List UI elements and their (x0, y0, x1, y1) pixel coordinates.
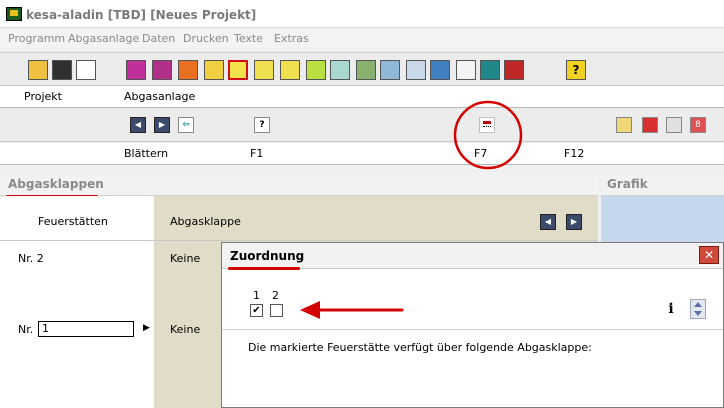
info-icon[interactable]: i (664, 301, 678, 317)
check1-label: 1 (253, 289, 260, 302)
row-label-nr2: Nr. 2 (18, 252, 44, 265)
edit-pencil-icon[interactable] (616, 117, 632, 133)
back-arrow-icon[interactable]: ⇦ (178, 117, 194, 133)
checkbox-2[interactable] (270, 304, 283, 317)
fkey-f12: F12 (564, 147, 585, 160)
row-divider (0, 240, 598, 241)
funnel-icon[interactable] (430, 60, 450, 80)
help-icon[interactable]: ? (566, 60, 586, 80)
scroll-updown-icon[interactable] (690, 299, 706, 319)
checklist-icon[interactable] (456, 60, 476, 80)
app-icon (6, 7, 22, 21)
title-bar: kesa-aladin [TBD] [Neues Projekt] (0, 0, 724, 28)
target-icon[interactable] (280, 60, 300, 80)
number-eight-icon[interactable]: 8 (690, 117, 706, 133)
annotation-arrow (300, 301, 404, 319)
fkey-blaettern: Blättern (124, 147, 169, 160)
bend-pipe-icon[interactable] (406, 60, 426, 80)
brush-icon[interactable] (666, 117, 682, 133)
menu-daten[interactable]: Daten (142, 32, 175, 45)
column-abgasanlage[interactable]: Abgasanlage (124, 90, 195, 103)
dialog-divider (222, 329, 723, 330)
check2-label: 2 (272, 289, 279, 302)
nr-input[interactable]: 1 (38, 321, 134, 337)
function-key-row: Blättern F1 F7 F12 (0, 143, 724, 165)
bar-chart-icon[interactable] (152, 60, 172, 80)
new-document-icon[interactable] (76, 60, 96, 80)
zuordnung-dialog: Zuordnung ✕ 1 2 ✔ i Die markierte Feuers… (221, 242, 724, 408)
calculator-icon[interactable] (480, 60, 500, 80)
row-value-nr1: Keine (170, 323, 201, 336)
grafik-panel-header: Grafik (601, 172, 724, 196)
s-pipe-icon[interactable] (306, 60, 326, 80)
column-projekt[interactable]: Projekt (24, 90, 62, 103)
menu-programm[interactable]: Programm (8, 32, 65, 45)
chimney-grid-icon[interactable] (228, 60, 248, 80)
menu-drucken[interactable]: Drucken (183, 32, 229, 45)
cross-section-icon[interactable] (330, 60, 350, 80)
row-value-nr2: Keine (170, 252, 201, 265)
abgasklappen-title: Abgasklappen (8, 177, 104, 191)
toolbar: ? (0, 52, 724, 86)
columns-icon[interactable] (380, 60, 400, 80)
sheet-next-icon[interactable]: ▶ (566, 214, 582, 230)
header-feuerstaetten: Feuerstätten (38, 215, 108, 228)
menu-texte[interactable]: Texte (234, 32, 263, 45)
next-arrow-icon[interactable]: ▶ (154, 117, 170, 133)
help-small-icon[interactable]: ? (254, 117, 270, 133)
window-title: kesa-aladin [TBD] [Neues Projekt] (26, 8, 257, 22)
form-icon[interactable] (126, 60, 146, 80)
close-icon[interactable]: ✕ (699, 246, 719, 264)
plus-minus-icon[interactable] (504, 60, 524, 80)
save-icon[interactable] (52, 60, 72, 80)
sun-icon[interactable] (178, 60, 198, 80)
dialog-title-bar: Zuordnung (222, 243, 723, 269)
pipes-icon[interactable] (356, 60, 376, 80)
menu-abgasanlage[interactable]: Abgasanlage (68, 32, 139, 45)
row-pointer-icon: ▶ (143, 323, 150, 333)
open-folder-icon[interactable] (28, 60, 48, 80)
previous-arrow-icon[interactable]: ◀ (130, 117, 146, 133)
menu-extras[interactable]: Extras (274, 32, 309, 45)
window-icon[interactable] (204, 60, 224, 80)
red-blue-toggle-icon[interactable] (642, 117, 658, 133)
column-header-row: Projekt Abgasanlage (0, 86, 724, 108)
abgasklappen-panel-header: Abgasklappen (0, 172, 598, 196)
navigation-row: ◀ ▶ ⇦ ? 8 (0, 108, 724, 142)
menu-bar: Programm Abgasanlage Daten Drucken Texte… (0, 30, 724, 48)
dialog-message: Die markierte Feuerstätte verfügt über f… (248, 341, 592, 354)
sheet-previous-icon[interactable]: ◀ (540, 214, 556, 230)
annotation-circle (453, 100, 523, 170)
dialog-title: Zuordnung (230, 249, 305, 263)
grid-icon[interactable] (254, 60, 274, 80)
annotation-underline-dialog (228, 267, 300, 270)
row-label-nr: Nr. (18, 323, 34, 336)
header-abgasklappe: Abgasklappe (170, 215, 241, 228)
checkbox-1[interactable]: ✔ (250, 304, 263, 317)
fkey-f1: F1 (250, 147, 264, 160)
grafik-title: Grafik (607, 177, 648, 191)
